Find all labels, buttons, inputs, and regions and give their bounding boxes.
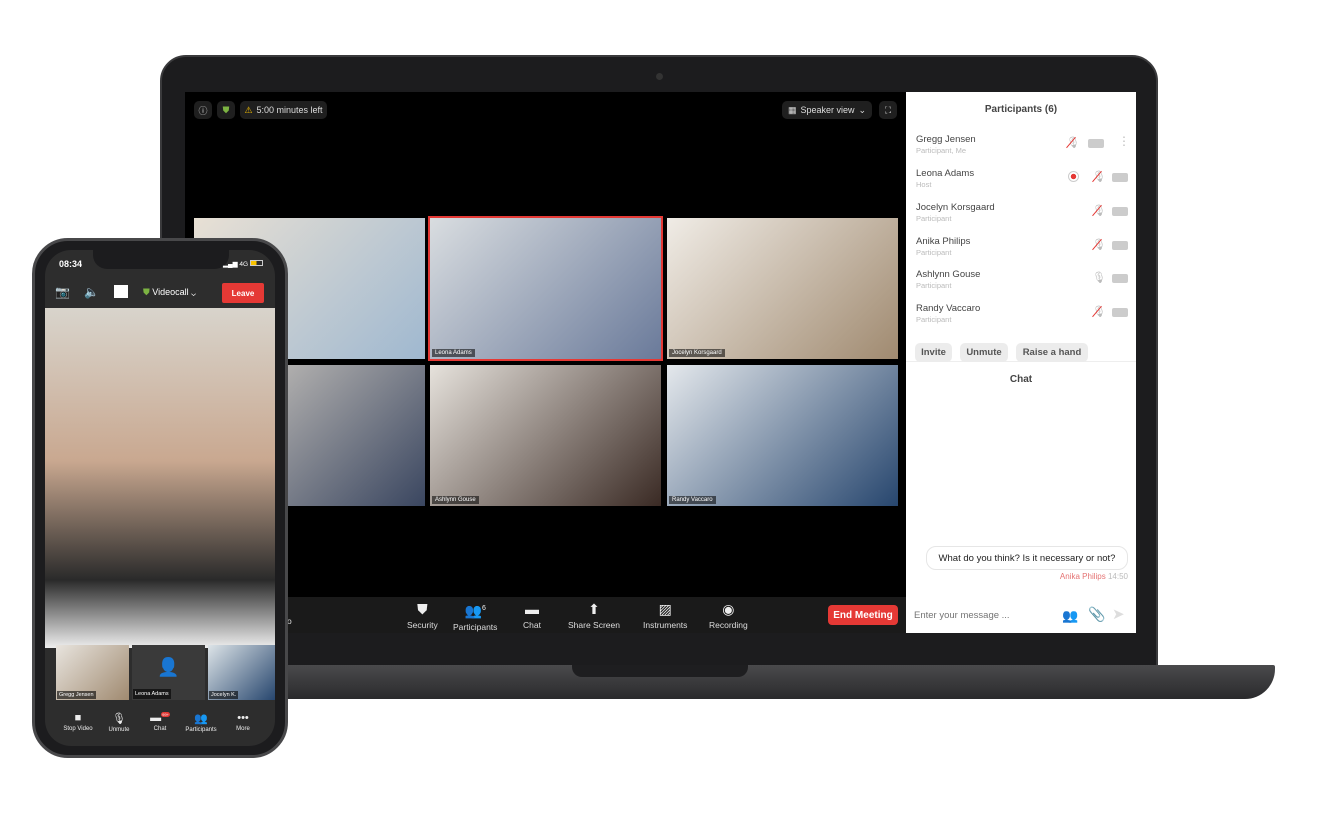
thumbnail-video[interactable]: Gregg Jensen (56, 645, 129, 700)
timer-badge: ⚠ 5:00 minutes left (240, 101, 327, 119)
speaker-view-dropdown[interactable]: ▦ Speaker view ⌄ (782, 101, 872, 119)
chat-input[interactable] (914, 610, 1054, 621)
chat-icon: ▬ (524, 601, 539, 617)
participants-icon: 👥 (194, 713, 208, 725)
thumbnail-avatar[interactable]: 👤 Leona Adams (132, 645, 205, 700)
shield-icon: ⛊ (417, 601, 428, 617)
thumbnail-video[interactable]: Jocelyn K. (208, 645, 275, 700)
chat-icon: ▬99+ (150, 712, 170, 724)
mic-off-icon[interactable]: 🎙 (1092, 170, 1106, 183)
camera-icon[interactable] (1112, 241, 1128, 250)
camera-icon[interactable] (1112, 308, 1128, 317)
mic-off-icon: 🎙 (112, 713, 126, 725)
share-screen-button[interactable]: ⬆ Share Screen (568, 601, 620, 630)
raise-hand-button[interactable]: Raise a hand (1016, 343, 1088, 362)
mic-icon[interactable]: 🎙 (1092, 271, 1106, 284)
participant-row[interactable]: Gregg Jensen Participant, Me 🎙 ⋮ (916, 134, 1130, 164)
info-icon[interactable]: ⓘ (194, 101, 212, 119)
battery-icon (249, 260, 263, 266)
video-tile[interactable]: Randy Vaccaro (667, 365, 898, 506)
participants-icon[interactable]: 👥 (1062, 608, 1078, 624)
camera-icon[interactable] (1112, 274, 1128, 283)
leave-button[interactable]: Leave (222, 283, 264, 303)
unmute-button[interactable]: 🎙 Unmute (97, 712, 141, 733)
invite-button[interactable]: Invite (915, 343, 952, 362)
signal-icon: ▂▄▆ (223, 261, 238, 268)
webcam (656, 73, 663, 80)
video-icon: ■ (74, 712, 82, 724)
camera-icon[interactable] (1112, 207, 1128, 216)
message-meta: Anika Philips 14:50 (1059, 572, 1128, 581)
instruments-button[interactable]: ▨ Instruments (643, 601, 687, 630)
mic-off-icon[interactable]: 🎙 (1092, 204, 1106, 217)
participant-row[interactable]: Leona Adams Host 🎙 (916, 168, 1128, 198)
phone-notch (93, 250, 229, 269)
video-tile[interactable]: Jocelyn Korsgaard (667, 218, 898, 359)
shield-check-icon: ⛊ (143, 287, 150, 297)
grid-icon: ▦ (787, 104, 797, 115)
instruments-icon: ▨ (658, 601, 672, 617)
chat-message: What do you think? Is it necessary or no… (926, 546, 1128, 570)
meeting-toolbar: o ⛊ Security 👥6 Participants ▬ Chat ⬆ Share … (185, 597, 906, 633)
chevron-down-icon: ⌄ (858, 104, 867, 115)
stop-video-button[interactable]: ■ Stop Video (56, 712, 100, 732)
recording-button[interactable]: ◉ Recording (709, 601, 748, 630)
camera-icon[interactable] (1088, 139, 1104, 148)
fullscreen-icon[interactable]: ⛶ (879, 101, 897, 119)
warning-icon: ⚠ (244, 104, 253, 115)
participants-button[interactable]: 👥6 Participants (453, 601, 497, 632)
record-icon: ◉ (722, 601, 735, 617)
status-icons: ▂▄▆ 4G (223, 260, 263, 268)
chat-button[interactable]: ▬99+ Chat (138, 712, 182, 732)
unmute-button[interactable]: Unmute (960, 343, 1008, 362)
share-screen-icon: ⬆ (588, 601, 600, 617)
laptop-hinge (572, 665, 748, 677)
mic-off-icon[interactable]: 🎙 (1066, 136, 1080, 149)
main-video (45, 308, 275, 648)
participants-icon: 👥6 (464, 602, 486, 619)
mic-off-icon[interactable]: 🎙 (1092, 305, 1106, 318)
end-meeting-button[interactable]: End Meeting (828, 605, 898, 625)
shield-check-icon[interactable]: ⛊ (217, 101, 235, 119)
participant-row[interactable]: Randy Vaccaro Participant 🎙 (916, 303, 1128, 333)
participant-row[interactable]: Jocelyn Korsgaard Participant 🎙 (916, 202, 1128, 232)
chat-button[interactable]: ▬ Chat (523, 601, 541, 630)
security-button[interactable]: ⛊ Security (407, 601, 438, 630)
more-button[interactable]: ••• More (221, 712, 265, 732)
call-name-dropdown[interactable]: ⛊ Videocall ⌄ (143, 287, 196, 298)
user-icon: 👤 (157, 657, 180, 677)
camera-flip-icon[interactable]: 📷 (55, 285, 70, 299)
camera-icon[interactable] (1112, 173, 1128, 182)
mic-off-icon[interactable]: 🎙 (1092, 238, 1106, 251)
layout-icon[interactable] (114, 285, 128, 298)
participants-button[interactable]: 👥 Participants (179, 712, 223, 733)
participants-panel: Participants (6) Gregg Jensen Participant… (906, 92, 1136, 633)
attach-icon[interactable]: 📎 (1088, 606, 1105, 623)
more-icon[interactable]: ⋮ (1118, 134, 1130, 148)
phone-screen: 08:34 ▂▄▆ 4G 📷 🔈 ⛊ Videocall ⌄ Leave Gre… (45, 250, 275, 746)
more-icon: ••• (237, 712, 249, 724)
video-tile[interactable]: Ashlynn Gouse (430, 365, 661, 506)
participant-row[interactable]: Ashlynn Gouse Participant 🎙 (916, 269, 1128, 299)
send-icon[interactable]: ➤ (1112, 605, 1125, 623)
video-tile-active[interactable]: Leona Adams (428, 216, 663, 361)
speaker-icon[interactable]: 🔈 (84, 285, 99, 299)
recording-icon (1068, 171, 1079, 182)
participant-row[interactable]: Anika Philips Participant 🎙 (916, 236, 1128, 266)
